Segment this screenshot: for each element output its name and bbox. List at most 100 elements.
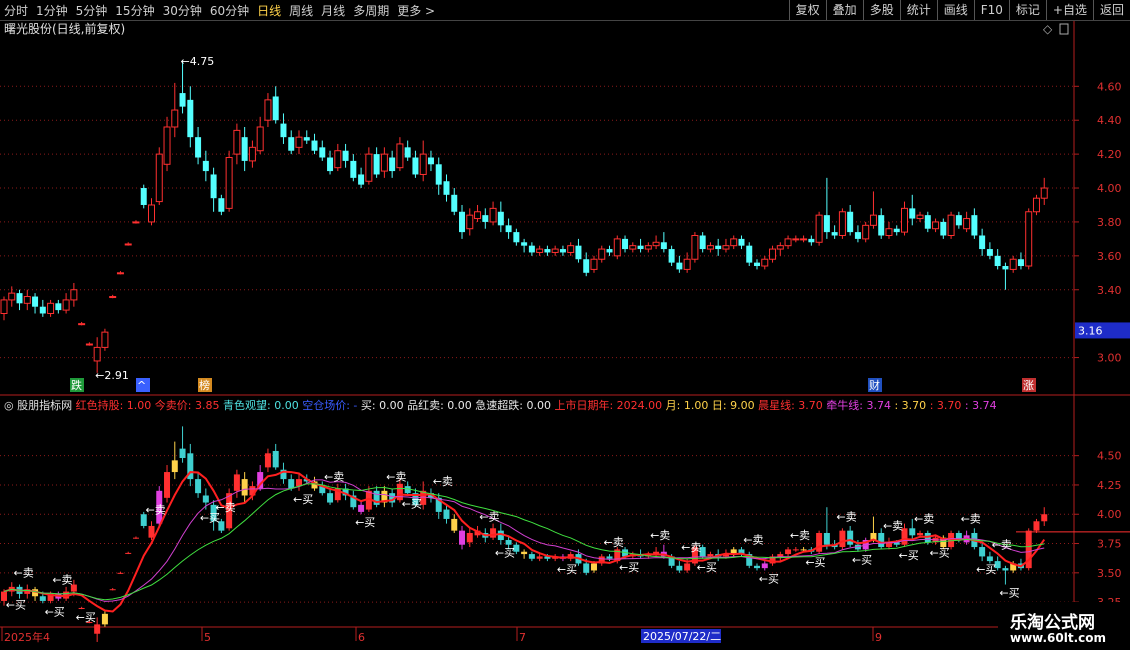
candle-body-down <box>878 215 885 236</box>
tab-period-0[interactable]: 分时 <box>4 2 28 19</box>
candle-body-down <box>544 249 551 253</box>
sell-signal: ←卖 <box>961 513 981 526</box>
tab-period-5[interactable]: 60分钟 <box>210 2 249 19</box>
tab-period-3[interactable]: 15分钟 <box>115 2 154 19</box>
candle-body-up <box>869 214 877 226</box>
candle-body-down <box>39 306 46 314</box>
candle-body-down <box>831 232 838 236</box>
candle-body-down <box>497 211 504 226</box>
toolbar-button-3[interactable]: 统计 <box>899 0 937 20</box>
candle-body-down <box>280 123 287 138</box>
tab-period-7[interactable]: 周线 <box>289 2 313 19</box>
candle-body-up <box>334 150 342 169</box>
indicator-candle-body <box>606 556 613 559</box>
candle-body-up <box>466 214 474 230</box>
candle-body-up <box>800 238 808 241</box>
toolbar-button-0[interactable]: 复权 <box>788 0 826 20</box>
indicator-candle-body <box>684 563 691 571</box>
indicator-candle-body <box>179 448 186 459</box>
tab-period-4[interactable]: 30分钟 <box>163 2 202 19</box>
candle-body-down <box>637 245 644 250</box>
toolbar-button-6[interactable]: 标记 <box>1008 0 1046 20</box>
time-axis-label: 2025年4 <box>4 630 50 644</box>
candle-body-up <box>132 221 140 224</box>
tab-period-1[interactable]: 1分钟 <box>36 2 68 19</box>
sell-signal: ←卖 <box>914 513 934 526</box>
indicator-candle-body <box>536 556 543 559</box>
main-panel-title: 曙光股份(日线,前复权) <box>4 21 125 36</box>
indicator-candle-body <box>590 563 597 571</box>
buy-signal: ←买 <box>697 561 717 574</box>
candle-body-down <box>373 154 380 175</box>
indicator-candle-body <box>125 552 132 554</box>
candle-body-up <box>683 258 691 270</box>
price-axis-label: 4.20 <box>1097 148 1122 161</box>
indicator-candle-body <box>241 479 248 496</box>
time-axis-label: 6 <box>358 631 365 644</box>
candle-body-down <box>909 208 916 219</box>
kline-chart[interactable]: 曙光股份(日线,前复权) ◇ 4.60 4.40 4.20 4.00 3.80 3.60 3.4… <box>0 21 1130 650</box>
candle-body-down <box>342 150 349 161</box>
indicator-candle-body <box>132 537 139 539</box>
indicator-candle-body <box>521 551 528 555</box>
buy-signal: ←买 <box>619 561 639 574</box>
candle-body-down <box>660 242 667 250</box>
tab-period-10[interactable]: 更多 > <box>397 2 435 19</box>
candle-body-down <box>179 93 186 107</box>
candle-body-up <box>109 296 117 299</box>
indicator-candle-body <box>505 540 512 545</box>
indicator-axis-label: 3.75 <box>1097 538 1122 551</box>
indicator-field: : 3.74 <box>965 399 997 412</box>
indicator-field: 今卖价: 3.85 <box>155 398 223 412</box>
indicator-candle-body <box>707 554 714 557</box>
indicator-field: 买: 0.00 <box>361 399 407 412</box>
indicator-field: 急速超跌: 0.00 <box>475 398 554 412</box>
time-axis-label: 7 <box>519 631 526 644</box>
toolbar-button-4[interactable]: 画线 <box>936 0 974 20</box>
buy-signal: ←买 <box>899 549 919 562</box>
candle-body-down <box>940 221 947 236</box>
candle-body-down <box>319 147 326 158</box>
sell-signal: ←卖 <box>324 470 344 483</box>
sell-signal: ←卖 <box>681 541 701 554</box>
candle-body-down <box>311 140 318 151</box>
candle-body-down <box>443 181 450 195</box>
toolbar-button-8[interactable]: 返回 <box>1092 0 1130 20</box>
buy-signal: ←买 <box>930 547 950 560</box>
indicator-candle-body <box>777 554 784 557</box>
toolbar-button-5[interactable]: F10 <box>973 0 1009 20</box>
candle-body-up <box>652 241 660 247</box>
candle-body-down <box>606 249 613 253</box>
candle-body-up <box>23 296 31 304</box>
indicator-candle-body <box>1041 514 1048 522</box>
price-axis-label: 4.40 <box>1097 114 1122 127</box>
sell-signal: ←卖 <box>883 520 903 533</box>
candle-body-up <box>901 207 909 233</box>
indicator-candle-body <box>948 532 955 548</box>
candle-body-down <box>847 211 854 233</box>
candle-body-up <box>644 245 652 250</box>
candle-body-down <box>350 160 357 178</box>
tab-period-9[interactable]: 多周期 <box>353 2 389 19</box>
buy-signal: ←买 <box>759 572 779 585</box>
candle-body-up <box>722 245 730 250</box>
candle-body-down <box>559 249 566 253</box>
candle-body-down <box>482 215 489 222</box>
buy-signal: ←买 <box>6 598 26 611</box>
tab-period-2[interactable]: 5分钟 <box>76 2 108 19</box>
tab-period-6[interactable]: 日线 <box>257 2 281 19</box>
buy-signal: ←买 <box>999 587 1019 600</box>
candle-body-down <box>241 137 248 161</box>
candle-body-up <box>365 153 373 182</box>
toolbar-button-7[interactable]: +自选 <box>1045 0 1093 20</box>
indicator-candle-body <box>148 525 155 538</box>
toolbar-button-1[interactable]: 叠加 <box>825 0 863 20</box>
candle-body-up <box>147 204 155 223</box>
candle-body-down <box>583 259 590 273</box>
candle-body-down <box>505 225 512 233</box>
tab-period-8[interactable]: 月线 <box>321 2 345 19</box>
toolbar-button-2[interactable]: 多股 <box>862 0 900 20</box>
candle-body-up <box>116 272 124 275</box>
indicator-candle-body <box>785 549 792 555</box>
candle-body-up <box>761 258 769 267</box>
